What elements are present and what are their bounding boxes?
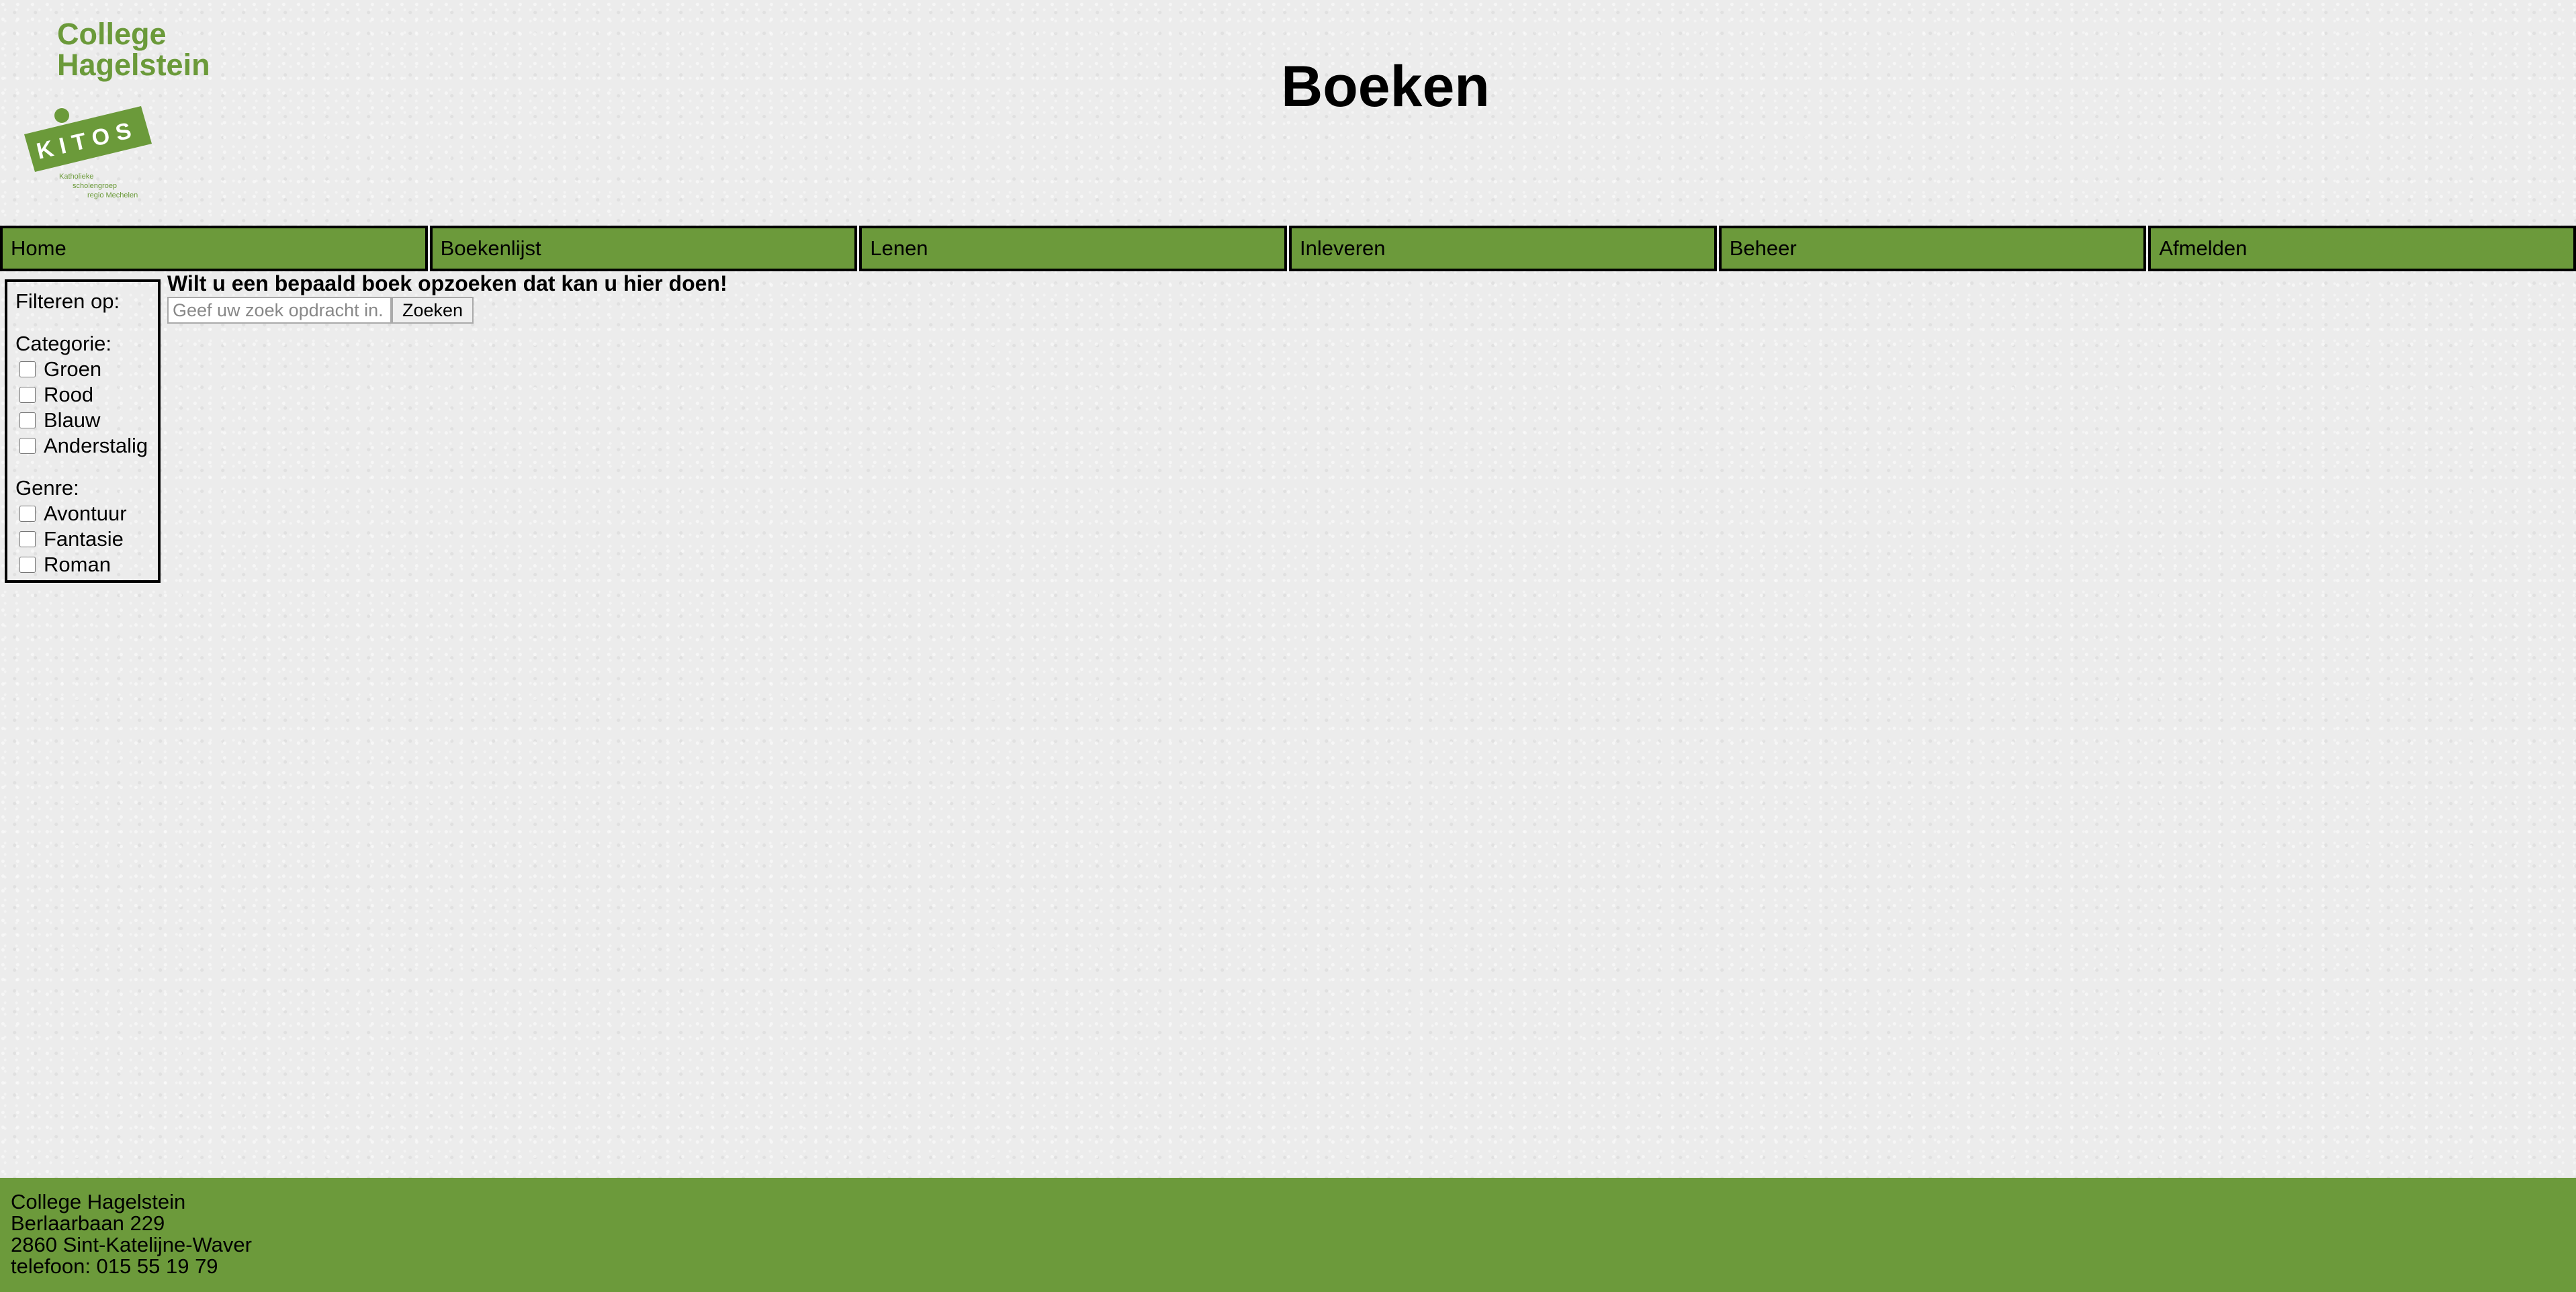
nav-item-lenen[interactable]: Lenen (859, 226, 1288, 271)
page-title: Boeken (1281, 54, 1490, 119)
search-input[interactable] (167, 297, 392, 324)
category-checkbox-blauw[interactable] (19, 412, 36, 428)
genre-checkbox-fantasie[interactable] (19, 531, 36, 547)
page-header: College Hagelstein KITOS Katholieke scho… (0, 0, 2576, 226)
genre-checkbox-roman[interactable] (19, 557, 36, 573)
logo-sub-line-2: scholengroep (73, 182, 117, 190)
category-checkbox-groen[interactable] (19, 361, 36, 377)
category-option-label: Rood (44, 383, 94, 406)
category-checkbox-anderstalig[interactable] (19, 438, 36, 454)
search-button[interactable]: Zoeken (392, 297, 474, 324)
kitos-logo-icon: KITOS Katholieke scholengroep regio Mech… (24, 106, 152, 199)
search-form: Zoeken (167, 297, 727, 324)
main-navigation: Home Boekenlijst Lenen Inleveren Beheer … (0, 226, 2576, 271)
category-option-label: Groen (44, 357, 102, 381)
nav-item-beheer[interactable]: Beheer (1718, 226, 2147, 271)
search-section: Wilt u een bepaald boek opzoeken dat kan… (167, 270, 727, 324)
nav-item-home[interactable]: Home (0, 226, 428, 271)
nav-item-boekenlijst[interactable]: Boekenlijst (429, 226, 858, 271)
category-label: Categorie: (15, 332, 112, 355)
genre-option-label: Avontuur (44, 502, 127, 525)
footer-school-name: College Hagelstein (11, 1190, 186, 1213)
genre-label: Genre: (15, 476, 79, 500)
genre-option-fantasie[interactable]: Fantasie (19, 526, 158, 552)
logo-sub-line-1: Katholieke (59, 173, 93, 181)
search-heading: Wilt u een bepaald boek opzoeken dat kan… (167, 271, 727, 295)
genre-option-avontuur[interactable]: Avontuur (19, 501, 158, 526)
nav-item-inleveren[interactable]: Inleveren (1289, 226, 1717, 271)
genre-option-roman[interactable]: Roman (19, 552, 158, 578)
category-option-blauw[interactable]: Blauw (19, 408, 158, 433)
genre-option-label: Fantasie (44, 527, 124, 551)
category-checkbox-rood[interactable] (19, 387, 36, 403)
nav-item-afmelden[interactable]: Afmelden (2148, 226, 2576, 271)
logo-line-college: College (57, 17, 167, 51)
genre-option-label: Roman (44, 553, 111, 576)
footer-phone: telefoon: 015 55 19 79 (11, 1254, 218, 1278)
logo-sub-line-3: regio Mechelen (87, 191, 138, 199)
category-option-rood[interactable]: Rood (19, 382, 158, 408)
genre-checkbox-avontuur[interactable] (19, 506, 36, 522)
footer-city: 2860 Sint-Katelijne-Waver (11, 1233, 252, 1256)
footer-street: Berlaarbaan 229 (11, 1211, 165, 1235)
category-option-label: Blauw (44, 408, 101, 432)
filter-panel: Filteren op: Categorie: Groen Rood Blauw… (5, 279, 161, 583)
category-option-anderstalig[interactable]: Anderstalig (19, 433, 158, 459)
page-footer: College Hagelstein Berlaarbaan 229 2860 … (0, 1178, 2576, 1292)
category-option-groen[interactable]: Groen (19, 357, 158, 382)
filter-title: Filteren op: (15, 289, 120, 313)
category-option-label: Anderstalig (44, 434, 148, 457)
